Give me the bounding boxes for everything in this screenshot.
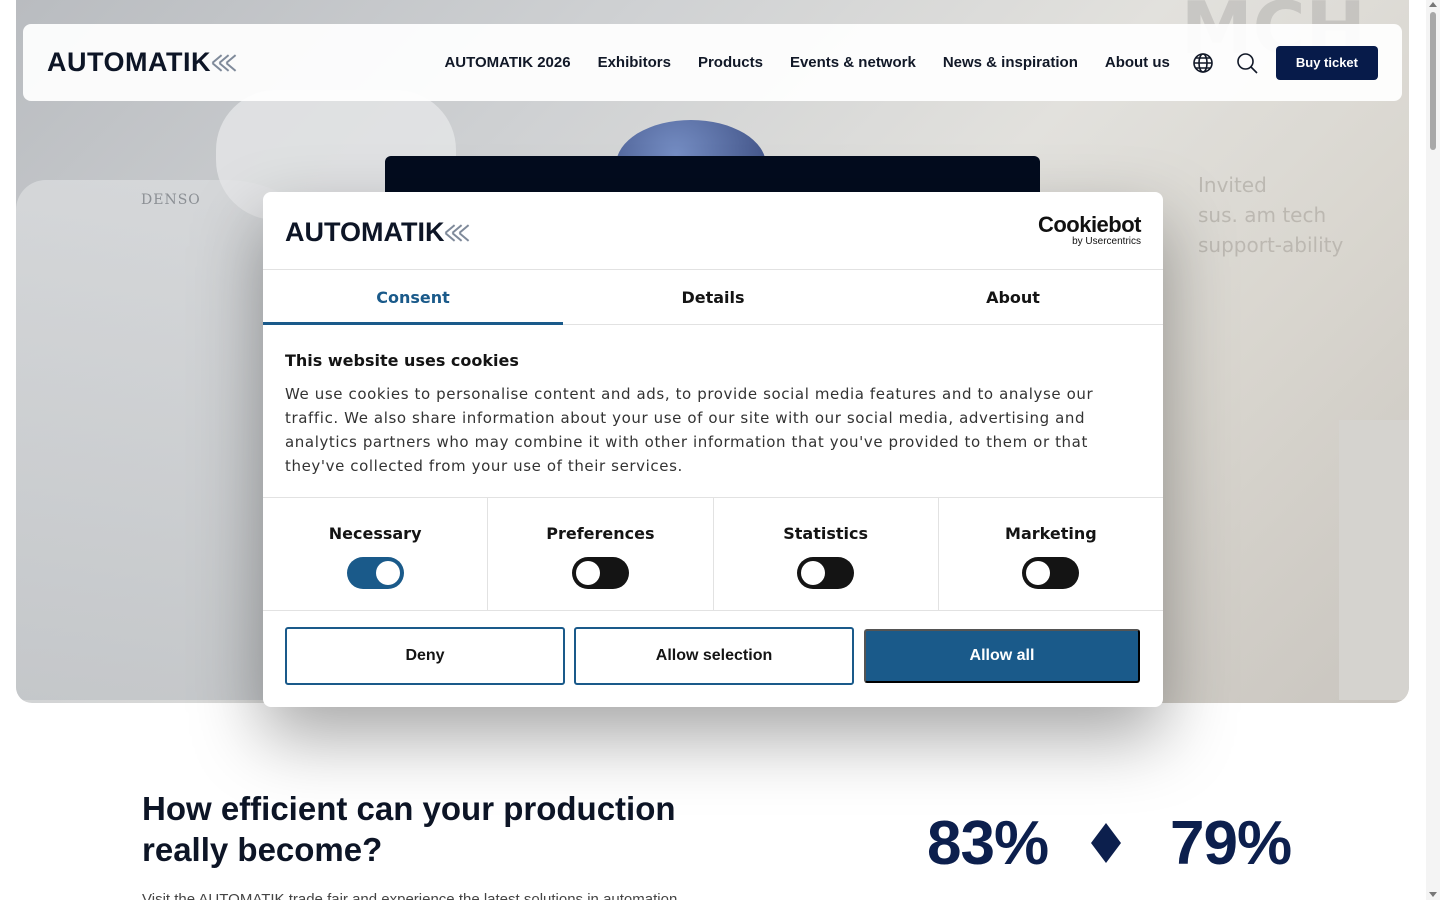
nav-link-automatik-2026[interactable]: AUTOMATIK 2026 <box>444 54 570 71</box>
category-statistics: Statistics <box>714 498 939 610</box>
toggle-knob <box>375 561 400 585</box>
dialog-heading: This website uses cookies <box>285 351 519 370</box>
category-label: Necessary <box>328 524 422 543</box>
marketing-toggle[interactable] <box>1022 557 1080 589</box>
toggle-knob <box>1026 561 1051 585</box>
dialog-body: This website uses cookies We use cookies… <box>263 325 1163 498</box>
dialog-logo: AUTOMATIK <box>285 217 467 248</box>
stat-value-b: 79% <box>1170 809 1292 878</box>
nav-link-exhibitors[interactable]: Exhibitors <box>598 54 671 71</box>
category-label: Statistics <box>783 524 868 543</box>
scroll-down-arrow-icon[interactable] <box>1429 892 1437 897</box>
category-marketing: Marketing <box>939 498 1163 610</box>
logo-wordmark: AUTOMATIK <box>47 47 211 77</box>
nav-link-news-inspiration[interactable]: News & inspiration <box>943 54 1078 71</box>
diamond-separator-icon <box>1091 823 1121 863</box>
dialog-logo-chevron-icon <box>444 224 467 242</box>
hero-overlay-text: Invited sus. am tech support-ability <box>1198 173 1344 257</box>
scrollbar-thumb[interactable] <box>1430 12 1436 150</box>
globe-icon[interactable] <box>1192 52 1214 74</box>
dialog-header: AUTOMATIK Cookiebot by Usercentrics <box>263 192 1163 270</box>
site-logo[interactable]: AUTOMATIK <box>47 47 234 78</box>
hero-panel-shape <box>1339 420 1409 700</box>
stat-value-a: 83% <box>927 809 1049 878</box>
tab-consent[interactable]: Consent <box>263 270 563 325</box>
toggle-knob <box>801 561 826 585</box>
tab-details[interactable]: Details <box>563 270 863 324</box>
cookiebot-logo[interactable]: Cookiebot by Usercentrics <box>1037 211 1142 248</box>
allow-all-button[interactable]: Allow all <box>864 629 1140 683</box>
preferences-toggle[interactable] <box>571 557 629 589</box>
section-title: How efficient can your production really… <box>142 790 676 868</box>
category-preferences: Preferences <box>488 498 714 610</box>
top-navigation: AUTOMATIK AUTOMATIK 2026 Exhibitors Prod… <box>23 24 1402 101</box>
dialog-tabs: Consent Details About <box>263 270 1163 325</box>
deny-button[interactable]: Deny <box>285 627 565 685</box>
consent-categories: Necessary Preferences Statistics Marketi… <box>263 498 1163 611</box>
allow-selection-button[interactable]: Allow selection <box>574 627 854 685</box>
category-label: Preferences <box>546 524 655 543</box>
logo-chevron-icon <box>213 54 234 72</box>
statistics-toggle[interactable] <box>797 557 855 589</box>
nav-link-products[interactable]: Products <box>698 54 763 71</box>
cookiebot-name: Cookiebot <box>1037 211 1142 237</box>
tab-about[interactable]: About <box>863 270 1163 324</box>
necessary-toggle[interactable] <box>346 557 404 589</box>
nav-link-about-us[interactable]: About us <box>1105 54 1170 71</box>
page-scrollbar[interactable] <box>1426 0 1440 900</box>
nav-links: AUTOMATIK 2026 Exhibitors Products Event… <box>444 45 1378 80</box>
toggle-knob <box>575 561 600 585</box>
section-subtitle: Visit the AUTOMATIK trade fair and exper… <box>142 891 678 900</box>
category-necessary: Necessary <box>263 498 489 610</box>
category-label: Marketing <box>1005 524 1097 543</box>
cookiebot-by: by Usercentrics <box>1072 235 1141 247</box>
nav-link-events-network[interactable]: Events & network <box>790 54 916 71</box>
hero-machine-brand: DENSO <box>141 192 201 208</box>
dialog-logo-wordmark: AUTOMATIK <box>285 217 445 247</box>
buy-ticket-button[interactable]: Buy ticket <box>1275 45 1378 80</box>
cookie-consent-dialog: AUTOMATIK Cookiebot by Usercentrics Cons… <box>263 192 1163 707</box>
dialog-actions: Deny Allow selection Allow all <box>263 611 1163 701</box>
search-icon[interactable] <box>1236 52 1258 74</box>
dialog-description: We use cookies to personalise content an… <box>285 385 1094 475</box>
scroll-up-arrow-icon[interactable] <box>1429 2 1437 7</box>
